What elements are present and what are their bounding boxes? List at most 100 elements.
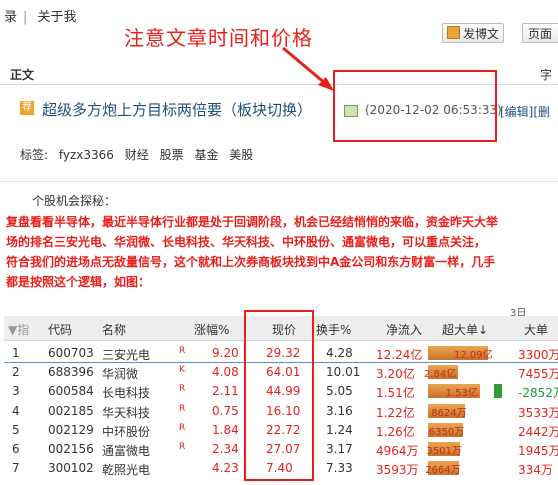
cell-chg: 2.34 bbox=[212, 442, 239, 456]
cell-turn: 1.24 bbox=[326, 422, 353, 437]
col-turnover-header[interactable]: 换手% bbox=[316, 321, 351, 338]
cell-net: 4964万 bbox=[376, 444, 419, 458]
cell-big: 334万 bbox=[518, 463, 553, 478]
cell-flag: R bbox=[179, 422, 186, 433]
tag-item[interactable]: 美股 bbox=[229, 148, 253, 162]
cell-flag: R bbox=[179, 384, 186, 395]
paragraph-line: 都是按照这个逻辑，如图： bbox=[6, 275, 151, 289]
article-title: 超级多方炮上方目标两倍要（板块切换） bbox=[42, 101, 313, 119]
cell-big: 3300万 bbox=[518, 348, 558, 362]
top-nav: 录 | 关于我 bbox=[4, 6, 83, 25]
cell-name: 中环股份 bbox=[102, 424, 151, 439]
tags-label: 标签: bbox=[20, 148, 49, 162]
content-header-title: 正文 bbox=[10, 68, 35, 82]
cell-name: 通富微电 bbox=[102, 444, 151, 458]
cell-name: 三安光电 bbox=[102, 348, 151, 362]
tag-item[interactable]: 财经 bbox=[125, 148, 149, 162]
cell-turn: 7.33 bbox=[326, 461, 353, 476]
cell-code: 002185 bbox=[48, 403, 94, 418]
cell-idx: 4 bbox=[12, 403, 20, 418]
superlarge-value: 12.09亿 bbox=[454, 350, 493, 361]
tag-item[interactable]: fyzx3366 bbox=[59, 148, 114, 162]
paragraph-line: 场的排名三安光电、华润微、长电科技、华天科技、中环股份、通富微电，可以重点关注， bbox=[6, 235, 487, 249]
cell-net: 3.20亿 bbox=[376, 367, 415, 382]
cell-turn: 4.28 bbox=[326, 346, 353, 360]
cell-turn: 3.16 bbox=[326, 403, 353, 418]
superlarge-value: 6350万 bbox=[428, 426, 465, 438]
cell-net: 1.22亿 bbox=[376, 405, 415, 420]
cell-chg: 4.08 bbox=[212, 365, 239, 380]
cell-net: 1.51亿 bbox=[376, 386, 415, 401]
cell-chg: 9.20 bbox=[212, 346, 239, 360]
cell-chg: 0.75 bbox=[212, 403, 239, 418]
cell-big: 3533万 bbox=[518, 405, 558, 420]
sort-index-header[interactable]: ▼指 bbox=[8, 321, 29, 338]
pencil-icon bbox=[447, 26, 460, 39]
cell-big: 2442万 bbox=[518, 424, 558, 439]
cell-idx: 7 bbox=[12, 461, 20, 476]
cell-name: 华润微 bbox=[102, 367, 139, 382]
cell-net: 3593万 bbox=[376, 463, 419, 478]
cell-idx: 1 bbox=[12, 346, 20, 360]
col-code-header[interactable]: 代码 bbox=[48, 321, 72, 338]
large-order-negative-bar bbox=[494, 384, 502, 399]
cell-idx: 5 bbox=[12, 422, 20, 437]
paragraph-line: 复盘看看半导体，最近半导体行业都是处于回调阶段，机会已经结悄悄的来临，资金昨天大… bbox=[6, 215, 499, 229]
cell-flag: R bbox=[179, 442, 186, 452]
page-button[interactable]: 页面 bbox=[522, 23, 558, 43]
cell-flag: R bbox=[179, 346, 186, 356]
post-blog-label: 发博文 bbox=[463, 27, 500, 41]
cell-code: 600703 bbox=[48, 346, 94, 360]
cell-idx: 2 bbox=[12, 365, 20, 380]
page-button-label: 页面 bbox=[528, 27, 553, 41]
nav-separator: | bbox=[23, 10, 28, 25]
paragraph-line: 符合我们的进场点无敌量信号，这个就和上次券商板块找到中A金公司和东方财富一样，几… bbox=[6, 255, 496, 269]
cell-code: 002129 bbox=[48, 422, 94, 437]
col-superlarge-header[interactable]: 超大单↓ bbox=[442, 321, 488, 338]
cell-big: 1945万 bbox=[518, 444, 558, 458]
tag-item[interactable]: 基金 bbox=[194, 148, 218, 162]
cell-turn: 3.17 bbox=[326, 442, 353, 456]
edit-delete-links[interactable]: [编辑][删 bbox=[500, 103, 550, 120]
annotation-text: 注意文章时间和价格 bbox=[124, 26, 313, 50]
article-paragraph: 复盘看看半导体，最近半导体行业都是处于回调阶段，机会已经结悄悄的来临，资金昨天大… bbox=[6, 212, 558, 292]
cell-code: 600584 bbox=[48, 384, 94, 399]
cell-turn: 5.05 bbox=[326, 384, 353, 399]
cell-name: 华天科技 bbox=[102, 405, 151, 420]
tags-row: 标签: fyzx3366 财经 股票 基金 美股 bbox=[20, 146, 260, 163]
superlarge-value: 8624万 bbox=[431, 407, 467, 419]
superlarge-value: 1.53亿 bbox=[445, 388, 478, 400]
cell-chg: 1.84 bbox=[212, 422, 239, 437]
cell-code: 300102 bbox=[48, 461, 94, 476]
cell-net: 12.24亿 bbox=[376, 348, 423, 362]
annotation-box-time bbox=[333, 70, 497, 142]
cell-flag: K bbox=[179, 365, 185, 376]
cell-net: 1.26亿 bbox=[376, 424, 415, 439]
nav-item-partial[interactable]: 录 bbox=[4, 10, 17, 25]
annotation-box-price bbox=[244, 310, 314, 481]
superlarge-value: 2.84亿 bbox=[424, 369, 457, 381]
col-change-header[interactable]: 涨幅% bbox=[194, 321, 229, 338]
cell-chg: 4.23 bbox=[212, 461, 239, 476]
recommend-badge: 荐 bbox=[20, 101, 34, 115]
superlarge-value: 3501万 bbox=[426, 446, 462, 457]
cell-turn: 10.01 bbox=[326, 365, 361, 380]
col-large-header[interactable]: 大单 bbox=[524, 321, 548, 338]
cell-code: 002156 bbox=[48, 442, 94, 456]
cell-flag: R bbox=[179, 403, 186, 414]
cell-code: 688396 bbox=[48, 365, 94, 380]
cell-name: 乾照光电 bbox=[102, 463, 151, 478]
cell-chg: 2.11 bbox=[212, 384, 239, 399]
tag-item[interactable]: 股票 bbox=[160, 148, 184, 162]
font-size-link[interactable]: 字 bbox=[540, 66, 552, 83]
cell-big: 7455万 bbox=[518, 367, 558, 382]
superlarge-value: 2664万 bbox=[425, 465, 461, 477]
post-blog-button[interactable]: 发博文 bbox=[442, 23, 504, 43]
nav-item-about[interactable]: 关于我 bbox=[38, 10, 77, 25]
intro-text: 个股机会探秘： bbox=[32, 194, 117, 208]
col-netflow-header[interactable]: 净流入 bbox=[386, 321, 422, 338]
cell-name: 长电科技 bbox=[102, 386, 151, 401]
col-name-header[interactable]: 名称 bbox=[102, 321, 126, 338]
cell-idx: 3 bbox=[12, 384, 20, 399]
divider bbox=[0, 181, 558, 182]
